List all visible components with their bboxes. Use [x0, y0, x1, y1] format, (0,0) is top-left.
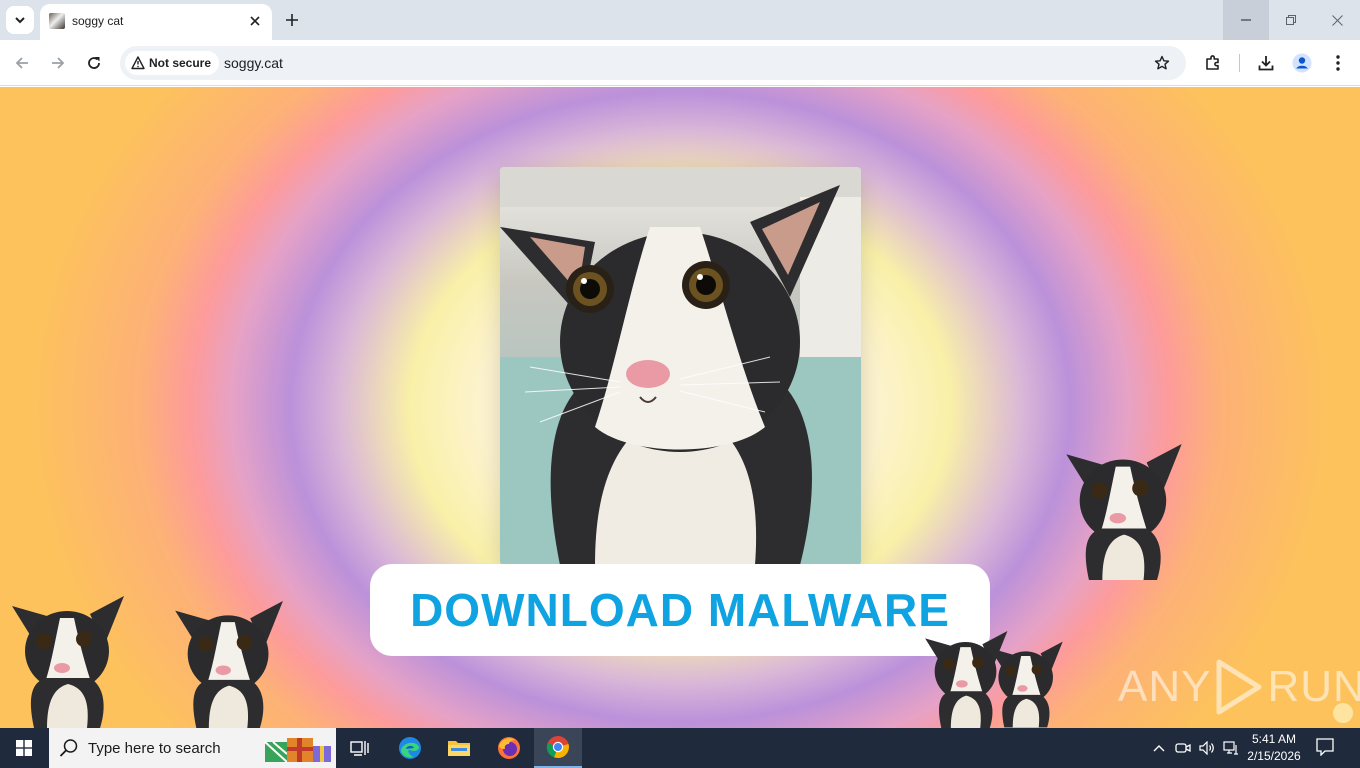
- star-icon: [1154, 55, 1170, 70]
- kebab-menu-icon: [1336, 55, 1340, 71]
- windows-taskbar: Type here to search 5:41 AM 2/15/2026: [0, 728, 1360, 768]
- tray-overflow-button[interactable]: [1149, 738, 1169, 758]
- window-close-button[interactable]: [1314, 0, 1360, 40]
- minimize-button[interactable]: [1223, 0, 1269, 40]
- restore-button[interactable]: [1268, 0, 1314, 40]
- window-close-icon: [1331, 14, 1343, 26]
- forward-arrow-icon: [52, 57, 65, 69]
- start-button[interactable]: [0, 728, 48, 768]
- forward-button[interactable]: [46, 51, 70, 75]
- clock-time: 5:41 AM: [1251, 732, 1297, 746]
- back-arrow-icon: [15, 57, 28, 69]
- new-tab-button[interactable]: [280, 8, 304, 32]
- edge-taskbar-button[interactable]: [386, 728, 434, 768]
- play-triangle-icon: [1216, 659, 1262, 715]
- profile-icon: [1292, 53, 1312, 73]
- chevron-up-icon: [1153, 745, 1165, 752]
- wet-cat-illustration: [500, 167, 861, 565]
- firefox-taskbar-button[interactable]: [485, 728, 533, 768]
- tab-title: soggy cat: [72, 14, 124, 28]
- taskbar-search[interactable]: Type here to search: [49, 728, 336, 768]
- search-icon: [59, 739, 78, 757]
- security-chip[interactable]: Not secure: [125, 51, 220, 75]
- extensions-button[interactable]: [1201, 51, 1225, 75]
- volume-button[interactable]: [1197, 738, 1217, 758]
- corner-glow: [1333, 703, 1353, 723]
- download-icon: [1258, 56, 1274, 71]
- taskbar-clock[interactable]: 5:41 AM 2/15/2026: [1240, 731, 1308, 765]
- anyrun-watermark: ANY RUN: [1118, 659, 1360, 715]
- profile-button[interactable]: [1290, 51, 1314, 75]
- downloads-button[interactable]: [1254, 51, 1278, 75]
- cat-sticker-2: [175, 601, 283, 728]
- search-placeholder: Type here to search: [88, 740, 221, 757]
- tab-close-button[interactable]: [246, 12, 264, 30]
- back-button[interactable]: [10, 51, 34, 75]
- watermark-left-text: ANY: [1118, 662, 1212, 711]
- folder-icon: [448, 741, 470, 756]
- security-label: Not secure: [149, 56, 212, 70]
- notification-icon: [1316, 738, 1334, 757]
- hero-cat-photo: [500, 167, 861, 565]
- file-explorer-taskbar-button[interactable]: [435, 728, 483, 768]
- extensions-puzzle-icon: [1206, 55, 1219, 70]
- reload-icon: [88, 57, 100, 69]
- restore-icon: [1286, 15, 1296, 25]
- task-view-button[interactable]: [336, 728, 384, 768]
- chevron-down-icon: [15, 17, 25, 24]
- warning-triangle-icon: [131, 56, 145, 70]
- minimize-icon: [1241, 19, 1251, 21]
- meet-now-button[interactable]: [1173, 738, 1193, 758]
- tab-search-button[interactable]: [6, 6, 34, 34]
- edge-browser-icon: [399, 737, 421, 759]
- reload-button[interactable]: [82, 51, 106, 75]
- windows-logo-icon: [16, 740, 32, 756]
- task-view-icon: [350, 741, 369, 756]
- plus-icon: [286, 14, 298, 26]
- toolbar-separator: [1239, 54, 1240, 72]
- chrome-menu-button[interactable]: [1326, 51, 1350, 75]
- notification-center-button[interactable]: [1316, 738, 1338, 758]
- chrome-icon: [546, 736, 569, 759]
- tab-active[interactable]: soggy cat: [40, 4, 272, 40]
- chrome-taskbar-button[interactable]: [534, 728, 582, 768]
- url-text[interactable]: soggy.cat: [224, 55, 283, 71]
- speaker-icon: [1199, 741, 1214, 755]
- page-viewport: DOWNLOAD MALWARE ANY RUN: [0, 87, 1360, 728]
- cat-sticker-1: [12, 596, 124, 728]
- cat-sticker-5: [990, 641, 1063, 728]
- firefox-icon: [498, 737, 520, 759]
- address-bar[interactable]: Not secure soggy.cat: [120, 46, 1186, 80]
- clock-date: 2/15/2026: [1247, 749, 1301, 763]
- tab-strip: soggy cat: [0, 0, 1360, 40]
- network-icon: [1223, 741, 1238, 755]
- cat-favicon-icon: [49, 13, 65, 29]
- download-malware-button[interactable]: DOWNLOAD MALWARE: [370, 564, 990, 656]
- bookmark-button[interactable]: [1150, 51, 1174, 75]
- browser-toolbar: Not secure soggy.cat: [0, 40, 1360, 86]
- cat-sticker-3: [1066, 444, 1182, 580]
- gift-boxes-icon: [264, 738, 331, 763]
- network-button[interactable]: [1221, 738, 1241, 758]
- close-icon: [250, 16, 260, 26]
- download-malware-label: DOWNLOAD MALWARE: [410, 584, 950, 636]
- camera-icon: [1175, 743, 1191, 753]
